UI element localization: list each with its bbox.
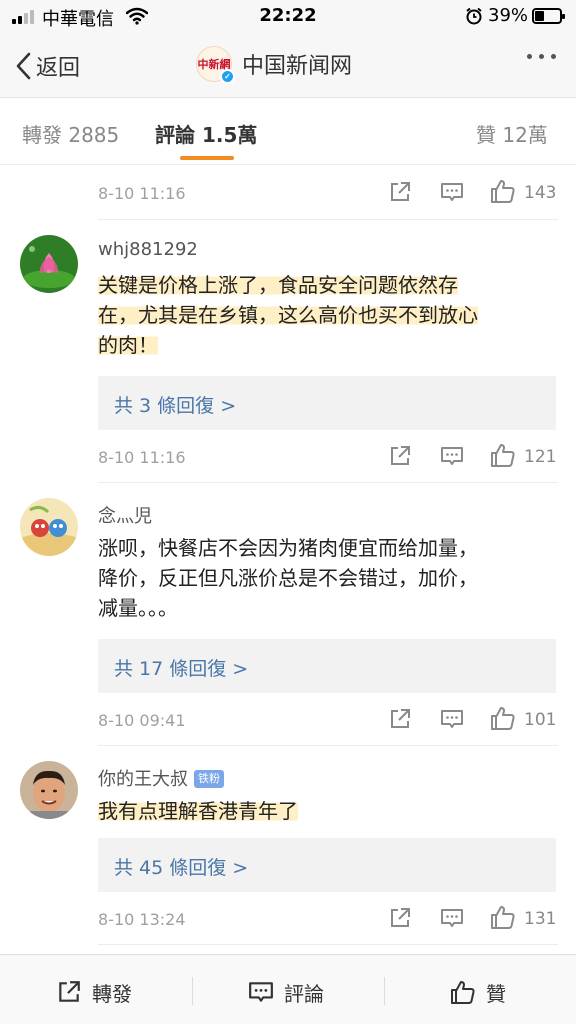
tab-likes[interactable]: 贊 12萬 [476,119,548,148]
like-label: 贊 [486,981,506,1006]
replies-link[interactable]: 共 45 條回復 > [114,853,248,880]
divider [384,977,385,1005]
replies-link[interactable]: 共 3 條回復 > [114,391,236,418]
comment-meta: 8-10 09:41 101 [98,705,558,741]
chevron-left-icon [16,52,31,80]
account-header[interactable]: 中新網 ✓ 中国新闻网 [196,46,353,84]
username[interactable]: whj881292 [98,239,198,260]
like-count: 131 [524,909,557,929]
tab-bar: 轉發 2885 評論 1.5萬 贊 12萬 [0,99,576,165]
account-name: 中国新闻网 [242,54,353,79]
share-icon[interactable] [388,707,412,731]
comment-label: 評論 [284,981,324,1006]
share-icon[interactable] [388,180,412,204]
comment-button[interactable]: 評論 [248,977,324,1007]
battery-percent: 39% [488,5,529,26]
username[interactable]: 念灬児 [98,502,152,528]
repost-button[interactable]: 轉發 [56,977,132,1007]
comment-icon [249,982,273,1002]
comment-text-line: 减量。。。 [98,596,178,620]
tab-active-indicator [180,156,234,160]
comment-text-line: 降价，反正但凡涨价总是不会错过，加价， [98,566,478,590]
like-count: 143 [524,183,557,203]
share-icon[interactable] [388,444,412,468]
comment-text-line: 我有点理解香港青年了 [98,799,298,823]
divider [98,482,558,483]
thumbs-up-icon [451,981,475,1004]
fan-badge: 铁粉 [194,770,224,788]
bottom-action-bar: 轉發 評論 贊 [0,954,576,1024]
divider [98,219,558,220]
comment-meta: 8-10 13:24 131 [98,904,558,940]
avatar[interactable] [20,498,78,556]
like-button[interactable]: 贊 [450,977,506,1007]
comment-text: 我有点理解香港青年了 [98,796,558,826]
divider [98,745,558,746]
comment-icon[interactable] [440,180,464,204]
avatar[interactable] [20,761,78,819]
replies-box[interactable]: 共 17 條回復 > [98,639,556,693]
back-label: 返回 [36,56,81,81]
comment-time: 8-10 09:41 [98,711,186,730]
comment-icon[interactable] [440,444,464,468]
replies-box[interactable]: 共 3 條回復 > [98,376,556,430]
comment-text-line: 的肉！ [98,333,158,357]
comment-text-line: 关键是价格上涨了，食品安全问题依然存 [98,273,458,297]
comment-icon[interactable] [440,707,464,731]
comment-text: 涨呗，快餐店不会因为猪肉便宜而给加量， 降价，反正但凡涨价总是不会错过，加价， … [98,533,558,623]
alarm-icon [466,7,482,25]
comment-text-line: 涨呗，快餐店不会因为猪肉便宜而给加量， [98,536,478,560]
like-count: 101 [524,710,557,730]
comment-time: 8-10 13:24 [98,910,186,929]
comment-meta: 8-10 11:16 121 [98,442,558,478]
comment-time: 8-10 11:16 [98,448,186,467]
thumbs-up-icon[interactable] [490,178,516,204]
nav-bar: 返回 中新網 ✓ 中国新闻网 [0,34,576,98]
comment-text-line: 在，尤其是在乡镇，这么高价也买不到放心 [98,303,478,327]
thumbs-up-icon[interactable] [490,705,516,731]
verified-icon: ✓ [220,69,235,84]
more-options-icon[interactable] [527,54,556,59]
share-icon[interactable] [388,906,412,930]
comment-text: 关键是价格上涨了，食品安全问题依然存 在，尤其是在乡镇，这么高价也买不到放心 的… [98,270,558,360]
username[interactable]: 你的王大叔 [98,769,188,790]
divider [98,944,558,945]
comment-meta: 8-10 11:16 143 [98,178,558,214]
battery-icon [532,8,565,24]
like-count: 121 [524,447,557,467]
status-bar: 中華電信 22:22 39% [0,0,576,34]
battery-level [535,11,544,21]
tab-comments[interactable]: 評論 1.5萬 [155,119,257,148]
divider [192,977,193,1005]
comment-icon[interactable] [440,906,464,930]
avatar[interactable] [20,235,78,293]
comment-time: 8-10 11:16 [98,184,186,203]
replies-link[interactable]: 共 17 條回復 > [114,654,248,681]
account-logo: 中新網 ✓ [196,46,235,84]
username-row: 你的王大叔 铁粉 [98,765,224,791]
repost-label: 轉發 [92,981,132,1006]
thumbs-up-icon[interactable] [490,904,516,930]
back-button[interactable]: 返回 [14,48,80,84]
tab-repost[interactable]: 轉發 2885 [22,119,119,148]
replies-box[interactable]: 共 45 條回復 > [98,838,556,892]
thumbs-up-icon[interactable] [490,442,516,468]
share-icon [59,981,80,1002]
